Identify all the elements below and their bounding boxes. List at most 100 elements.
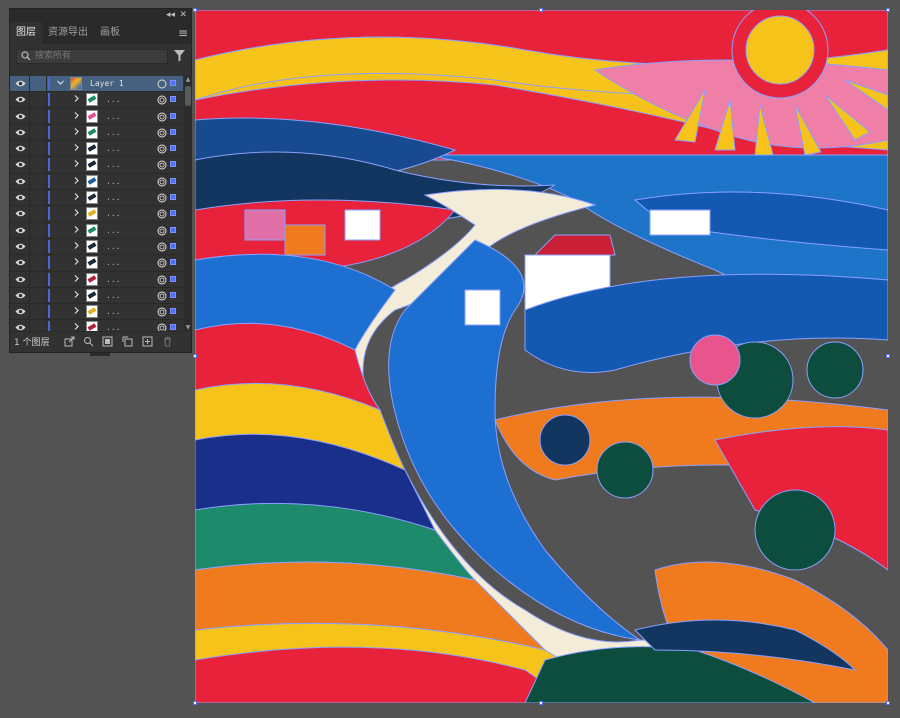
scroll-up-icon[interactable]: ▲ bbox=[184, 76, 192, 84]
lock-toggle[interactable] bbox=[29, 124, 47, 141]
panel-menu-icon[interactable]: ≡ bbox=[178, 22, 188, 44]
sublayer-name[interactable]: ... bbox=[106, 239, 120, 254]
new-layer-icon[interactable] bbox=[142, 336, 153, 347]
selection-handle[interactable] bbox=[193, 701, 197, 705]
chevron-right-icon[interactable] bbox=[72, 111, 81, 120]
selection-handle[interactable] bbox=[886, 354, 890, 358]
export-icon[interactable] bbox=[64, 336, 75, 347]
chevron-right-icon[interactable] bbox=[72, 208, 81, 217]
visibility-eye-icon[interactable] bbox=[15, 226, 26, 235]
selection-indicator[interactable] bbox=[170, 259, 176, 266]
sublayer-name[interactable]: ... bbox=[106, 141, 120, 156]
visibility-eye-icon[interactable] bbox=[15, 95, 26, 104]
chevron-right-icon[interactable] bbox=[72, 192, 81, 201]
visibility-eye-icon[interactable] bbox=[15, 209, 26, 218]
tab-artboards[interactable]: 画板 bbox=[94, 22, 126, 44]
lock-toggle[interactable] bbox=[29, 255, 47, 271]
close-panel-icon[interactable]: ✕ bbox=[179, 9, 187, 22]
selection-indicator[interactable] bbox=[170, 226, 176, 233]
lock-toggle[interactable] bbox=[29, 271, 47, 287]
panel-titlebar[interactable]: ◂◂ ✕ bbox=[10, 9, 191, 22]
selection-indicator[interactable] bbox=[170, 96, 176, 103]
lock-toggle[interactable] bbox=[29, 287, 47, 304]
lock-toggle[interactable] bbox=[29, 157, 47, 173]
tab-layers[interactable]: 图层 bbox=[10, 22, 42, 44]
target-icon[interactable] bbox=[157, 242, 167, 252]
visibility-eye-icon[interactable] bbox=[15, 79, 26, 88]
selection-indicator[interactable] bbox=[170, 210, 176, 217]
lock-toggle[interactable] bbox=[29, 304, 47, 320]
scrollbar-thumb[interactable] bbox=[185, 86, 191, 106]
chevron-down-icon[interactable] bbox=[56, 78, 65, 87]
sublayer-row[interactable]: ... bbox=[10, 157, 183, 174]
sublayer-row[interactable]: ... bbox=[10, 108, 183, 125]
target-icon[interactable] bbox=[157, 128, 167, 138]
target-icon[interactable] bbox=[157, 258, 167, 268]
sublayer-name[interactable]: ... bbox=[106, 255, 120, 270]
selection-indicator[interactable] bbox=[170, 128, 176, 135]
selection-indicator[interactable] bbox=[170, 275, 176, 282]
search-input[interactable] bbox=[35, 50, 161, 63]
selection-handle[interactable] bbox=[193, 354, 197, 358]
sublayer-name[interactable]: ... bbox=[106, 174, 120, 189]
selection-indicator[interactable] bbox=[170, 80, 176, 86]
visibility-eye-icon[interactable] bbox=[15, 112, 26, 121]
selection-indicator[interactable] bbox=[170, 242, 176, 249]
chevron-right-icon[interactable] bbox=[72, 306, 81, 315]
search-field[interactable] bbox=[16, 49, 168, 64]
target-icon[interactable] bbox=[157, 275, 167, 285]
visibility-eye-icon[interactable] bbox=[15, 177, 26, 186]
sublayer-name[interactable]: ... bbox=[106, 206, 120, 221]
target-icon[interactable] bbox=[157, 160, 167, 170]
chevron-right-icon[interactable] bbox=[72, 241, 81, 250]
selection-handle[interactable] bbox=[193, 8, 197, 12]
selection-indicator[interactable] bbox=[170, 145, 176, 152]
visibility-eye-icon[interactable] bbox=[15, 160, 26, 169]
sublayer-name[interactable]: ... bbox=[106, 92, 120, 107]
trash-icon[interactable] bbox=[162, 336, 173, 347]
chevron-right-icon[interactable] bbox=[72, 127, 81, 136]
sublayer-name[interactable]: ... bbox=[106, 190, 120, 205]
sublayer-row[interactable]: ... bbox=[10, 238, 183, 256]
visibility-eye-icon[interactable] bbox=[15, 193, 26, 202]
visibility-eye-icon[interactable] bbox=[15, 242, 26, 251]
lock-toggle[interactable] bbox=[29, 173, 47, 190]
target-icon[interactable] bbox=[157, 193, 167, 203]
target-icon[interactable] bbox=[157, 144, 167, 154]
panel-resize-grip[interactable] bbox=[90, 353, 110, 356]
new-sublayer-icon[interactable] bbox=[122, 336, 133, 347]
artboard-canvas[interactable] bbox=[195, 10, 888, 703]
visibility-eye-icon[interactable] bbox=[15, 275, 26, 284]
target-icon[interactable] bbox=[157, 307, 167, 317]
sublayer-row[interactable]: ... bbox=[10, 124, 183, 142]
sublayer-row[interactable]: ... bbox=[10, 304, 183, 321]
target-icon[interactable] bbox=[157, 112, 167, 122]
selection-handle[interactable] bbox=[539, 701, 543, 705]
visibility-eye-icon[interactable] bbox=[15, 307, 26, 316]
collapse-panel-icon[interactable]: ◂◂ bbox=[166, 9, 175, 22]
lock-toggle[interactable] bbox=[29, 190, 47, 206]
chevron-right-icon[interactable] bbox=[72, 274, 81, 283]
layer-row-layer-1[interactable]: Layer 1 bbox=[10, 76, 183, 93]
sublayer-name[interactable]: ... bbox=[106, 304, 120, 319]
target-icon[interactable] bbox=[157, 291, 167, 301]
sublayer-row[interactable]: ... bbox=[10, 222, 183, 239]
target-icon[interactable] bbox=[157, 79, 167, 89]
lock-toggle[interactable] bbox=[29, 238, 47, 255]
target-icon[interactable] bbox=[157, 226, 167, 236]
selection-indicator[interactable] bbox=[170, 161, 176, 168]
visibility-eye-icon[interactable] bbox=[15, 258, 26, 267]
selection-indicator[interactable] bbox=[170, 194, 176, 201]
sublayer-row[interactable]: ... bbox=[10, 206, 183, 223]
target-icon[interactable] bbox=[157, 95, 167, 105]
chevron-right-icon[interactable] bbox=[72, 225, 81, 234]
sublayer-row[interactable]: ... bbox=[10, 173, 183, 191]
lock-toggle[interactable] bbox=[29, 76, 47, 92]
sublayer-row[interactable]: ... bbox=[10, 271, 183, 288]
clipping-mask-icon[interactable] bbox=[102, 336, 113, 347]
layers-scrollbar[interactable]: ▲ ▼ bbox=[184, 76, 192, 332]
selection-handle[interactable] bbox=[886, 8, 890, 12]
sublayer-name[interactable]: ... bbox=[106, 288, 120, 303]
sublayer-name[interactable]: ... bbox=[106, 272, 120, 287]
selection-indicator[interactable] bbox=[170, 291, 176, 298]
